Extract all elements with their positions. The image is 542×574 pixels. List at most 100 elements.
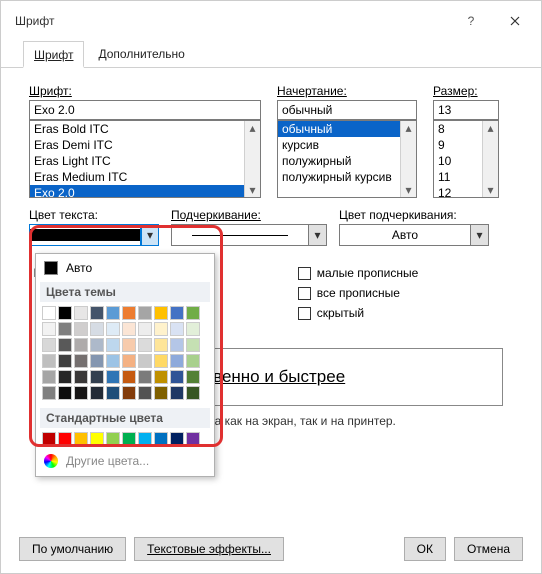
color-swatch[interactable]: [58, 306, 72, 320]
style-option[interactable]: полужирный курсив: [278, 169, 416, 185]
size-input[interactable]: [433, 100, 499, 120]
color-swatch[interactable]: [138, 338, 152, 352]
color-swatch[interactable]: [74, 354, 88, 368]
color-swatch[interactable]: [58, 386, 72, 400]
color-swatch[interactable]: [42, 306, 56, 320]
color-swatch[interactable]: [122, 338, 136, 352]
allcaps-checkbox[interactable]: все прописные: [298, 286, 419, 300]
color-swatch[interactable]: [42, 338, 56, 352]
dropdown-button[interactable]: ▾: [471, 224, 489, 246]
scrollbar[interactable]: ▴▾: [400, 121, 416, 197]
color-swatch[interactable]: [42, 322, 56, 336]
color-swatch[interactable]: [154, 354, 168, 368]
color-swatch[interactable]: [122, 306, 136, 320]
color-swatch[interactable]: [106, 370, 120, 384]
color-swatch[interactable]: [90, 386, 104, 400]
color-swatch[interactable]: [122, 322, 136, 336]
more-colors-option[interactable]: Другие цвета...: [40, 450, 210, 472]
color-swatch[interactable]: [90, 354, 104, 368]
ok-button[interactable]: ОК: [404, 537, 446, 561]
color-swatch[interactable]: [138, 386, 152, 400]
tab-advanced[interactable]: Дополнительно: [88, 41, 194, 67]
color-auto-option[interactable]: Авто: [40, 258, 210, 278]
font-input[interactable]: [29, 100, 261, 120]
font-option[interactable]: Eras Demi ITC: [30, 137, 260, 153]
color-swatch[interactable]: [58, 432, 72, 446]
style-listbox[interactable]: обычный курсив полужирный полужирный кур…: [277, 120, 417, 198]
underline-color-combo[interactable]: Авто ▾: [339, 224, 489, 246]
color-swatch[interactable]: [42, 354, 56, 368]
text-color-combo[interactable]: ▾: [29, 224, 159, 246]
color-swatch[interactable]: [90, 322, 104, 336]
hidden-checkbox[interactable]: скрытый: [298, 306, 419, 320]
style-input[interactable]: [277, 100, 417, 120]
color-swatch[interactable]: [90, 338, 104, 352]
color-swatch[interactable]: [74, 338, 88, 352]
color-swatch[interactable]: [74, 306, 88, 320]
text-effects-button[interactable]: Текстовые эффекты...: [134, 537, 284, 561]
color-swatch[interactable]: [90, 432, 104, 446]
color-swatch[interactable]: [58, 338, 72, 352]
color-swatch[interactable]: [74, 322, 88, 336]
color-swatch[interactable]: [106, 432, 120, 446]
color-swatch[interactable]: [90, 370, 104, 384]
color-swatch[interactable]: [186, 432, 200, 446]
smallcaps-checkbox[interactable]: малые прописные: [298, 266, 419, 280]
underline-combo[interactable]: ▾: [171, 224, 327, 246]
color-swatch[interactable]: [186, 386, 200, 400]
font-option[interactable]: Eras Bold ITC: [30, 121, 260, 137]
color-swatch[interactable]: [138, 322, 152, 336]
color-swatch[interactable]: [154, 306, 168, 320]
color-swatch[interactable]: [186, 338, 200, 352]
color-swatch[interactable]: [74, 386, 88, 400]
scrollbar[interactable]: ▴▾: [244, 121, 260, 197]
color-swatch[interactable]: [138, 432, 152, 446]
color-swatch[interactable]: [106, 338, 120, 352]
color-swatch[interactable]: [154, 322, 168, 336]
color-swatch[interactable]: [122, 370, 136, 384]
color-swatch[interactable]: [42, 432, 56, 446]
color-swatch[interactable]: [42, 386, 56, 400]
color-swatch[interactable]: [106, 386, 120, 400]
color-swatch[interactable]: [138, 354, 152, 368]
color-swatch[interactable]: [122, 354, 136, 368]
color-swatch[interactable]: [154, 432, 168, 446]
color-swatch[interactable]: [170, 432, 184, 446]
color-swatch[interactable]: [58, 370, 72, 384]
cancel-button[interactable]: Отмена: [454, 537, 523, 561]
color-swatch[interactable]: [106, 354, 120, 368]
font-option[interactable]: Eras Medium ITC: [30, 169, 260, 185]
color-swatch[interactable]: [186, 306, 200, 320]
font-option[interactable]: Eras Light ITC: [30, 153, 260, 169]
tab-font[interactable]: Шрифт: [23, 41, 84, 68]
style-option-selected[interactable]: обычный: [278, 121, 416, 137]
color-swatch[interactable]: [186, 354, 200, 368]
dropdown-button[interactable]: ▾: [141, 224, 159, 246]
color-swatch[interactable]: [122, 386, 136, 400]
color-swatch[interactable]: [106, 322, 120, 336]
color-swatch[interactable]: [122, 432, 136, 446]
color-swatch[interactable]: [58, 354, 72, 368]
color-swatch[interactable]: [170, 386, 184, 400]
font-listbox[interactable]: Eras Bold ITC Eras Demi ITC Eras Light I…: [29, 120, 261, 198]
color-swatch[interactable]: [170, 306, 184, 320]
scrollbar[interactable]: ▴▾: [482, 121, 498, 197]
color-swatch[interactable]: [170, 322, 184, 336]
style-option[interactable]: курсив: [278, 137, 416, 153]
color-swatch[interactable]: [42, 370, 56, 384]
default-button[interactable]: По умолчанию: [19, 537, 126, 561]
color-swatch[interactable]: [138, 370, 152, 384]
help-button[interactable]: ?: [449, 5, 493, 37]
color-swatch[interactable]: [170, 338, 184, 352]
font-option-selected[interactable]: Exo 2.0: [30, 185, 260, 198]
color-swatch[interactable]: [186, 370, 200, 384]
dropdown-button[interactable]: ▾: [309, 224, 327, 246]
color-swatch[interactable]: [154, 370, 168, 384]
color-swatch[interactable]: [170, 354, 184, 368]
color-swatch[interactable]: [106, 306, 120, 320]
color-swatch[interactable]: [138, 306, 152, 320]
color-swatch[interactable]: [170, 370, 184, 384]
color-swatch[interactable]: [58, 322, 72, 336]
color-swatch[interactable]: [154, 338, 168, 352]
style-option[interactable]: полужирный: [278, 153, 416, 169]
